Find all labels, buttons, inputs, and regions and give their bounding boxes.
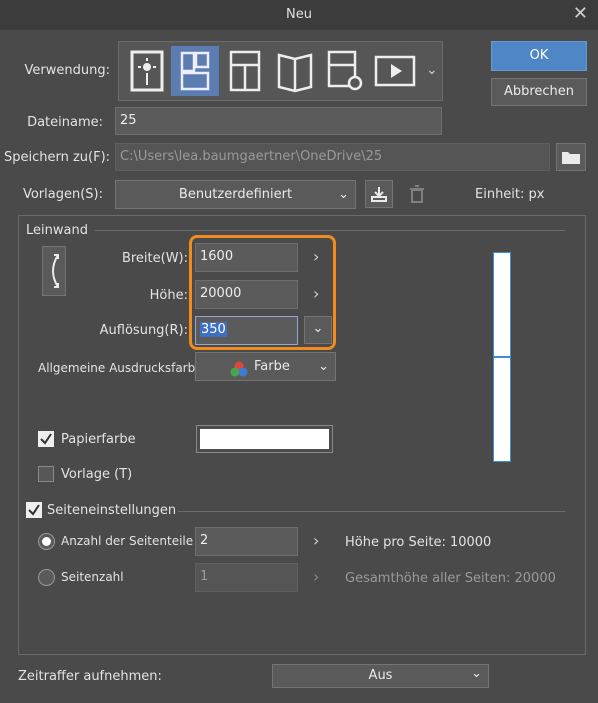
timelapse-label: Zeitraffer aufnehmen: (18, 669, 162, 684)
page-count-input[interactable]: 1 (195, 563, 298, 592)
split-count-input[interactable]: 2 (195, 527, 298, 556)
split-count-label: Anzahl der Seitenteile (61, 534, 194, 548)
usage-selector: ⌄ (118, 41, 443, 101)
filename-input[interactable]: 25 (115, 107, 442, 135)
page-settings-checkbox[interactable] (26, 502, 42, 518)
window-title: Neu (286, 7, 312, 22)
ok-button[interactable]: OK (491, 41, 587, 71)
page-count-label: Seitenzahl (61, 570, 124, 584)
comic-icon[interactable] (171, 46, 219, 96)
folder-icon[interactable] (556, 143, 586, 171)
paper-color-label: Papierfarbe (61, 432, 136, 447)
chevron-right-icon[interactable]: › (313, 533, 319, 549)
color-circles-icon (230, 360, 248, 387)
paper-color-checkbox[interactable] (38, 431, 54, 447)
webtoon-icon[interactable] (221, 46, 269, 96)
paper-color-swatch[interactable] (196, 425, 333, 453)
unit-label: Einheit: px (475, 187, 545, 202)
close-icon[interactable]: ✕ (573, 3, 588, 24)
timelapse-value: Aus (368, 668, 393, 683)
save-to-path: C:\Users\lea.baumgaertner\OneDrive\25 (115, 143, 550, 171)
divider (95, 230, 565, 231)
highlight-box (189, 235, 336, 350)
page-settings-label: Seiteneinstellungen (47, 503, 177, 518)
swap-orientation-icon[interactable] (42, 246, 66, 296)
template-checkbox[interactable] (38, 466, 54, 482)
templates-select-value: Benutzerdefiniert (178, 187, 293, 202)
usage-label: Verwendung: (24, 63, 110, 78)
total-height: Gesamthöhe aller Seiten: 20000 (345, 571, 556, 586)
page-divider (493, 356, 511, 358)
height-label: Höhe: (149, 288, 188, 303)
templates-label: Vorlagen(S): (22, 187, 103, 202)
templates-select[interactable]: Benutzerdefiniert ⌄ (115, 180, 356, 209)
height-per-page: Höhe pro Seite: 10000 (345, 535, 492, 550)
chevron-right-icon[interactable]: › (313, 569, 319, 585)
book-icon[interactable] (271, 46, 319, 96)
filename-label: Dateiname: (27, 115, 103, 130)
cancel-button[interactable]: Abbrechen (491, 78, 587, 106)
illustration-icon[interactable] (123, 46, 171, 96)
animation-icon[interactable] (371, 46, 419, 96)
save-template-icon[interactable] (365, 180, 393, 208)
chevron-down-icon[interactable]: ⌄ (426, 62, 438, 78)
resolution-label: Auflösung(R): (99, 323, 188, 338)
timelapse-select[interactable]: Aus ⌄ (272, 664, 489, 688)
save-to-label: Speichern zu(F): (4, 150, 111, 165)
page-count-radio[interactable] (38, 569, 55, 586)
print-color-select[interactable]: Farbe ⌄ (195, 352, 336, 381)
print-color-value: Farbe (254, 359, 290, 374)
chevron-down-icon: ⌄ (471, 666, 482, 681)
template-label: Vorlage (T) (61, 467, 133, 482)
split-count-radio[interactable] (38, 533, 55, 550)
divider (178, 511, 565, 512)
print-icon[interactable] (321, 46, 369, 96)
chevron-down-icon: ⌄ (318, 359, 329, 374)
unit-value: px (528, 187, 545, 202)
chevron-down-icon: ⌄ (338, 187, 349, 202)
paper-color-fill (200, 429, 329, 449)
print-color-label: Allgemeine Ausdrucksfarbe: (38, 361, 207, 375)
delete-template-icon[interactable] (403, 180, 431, 208)
width-label: Breite(W): (121, 251, 188, 266)
canvas-section-label: Leinwand (26, 223, 88, 238)
